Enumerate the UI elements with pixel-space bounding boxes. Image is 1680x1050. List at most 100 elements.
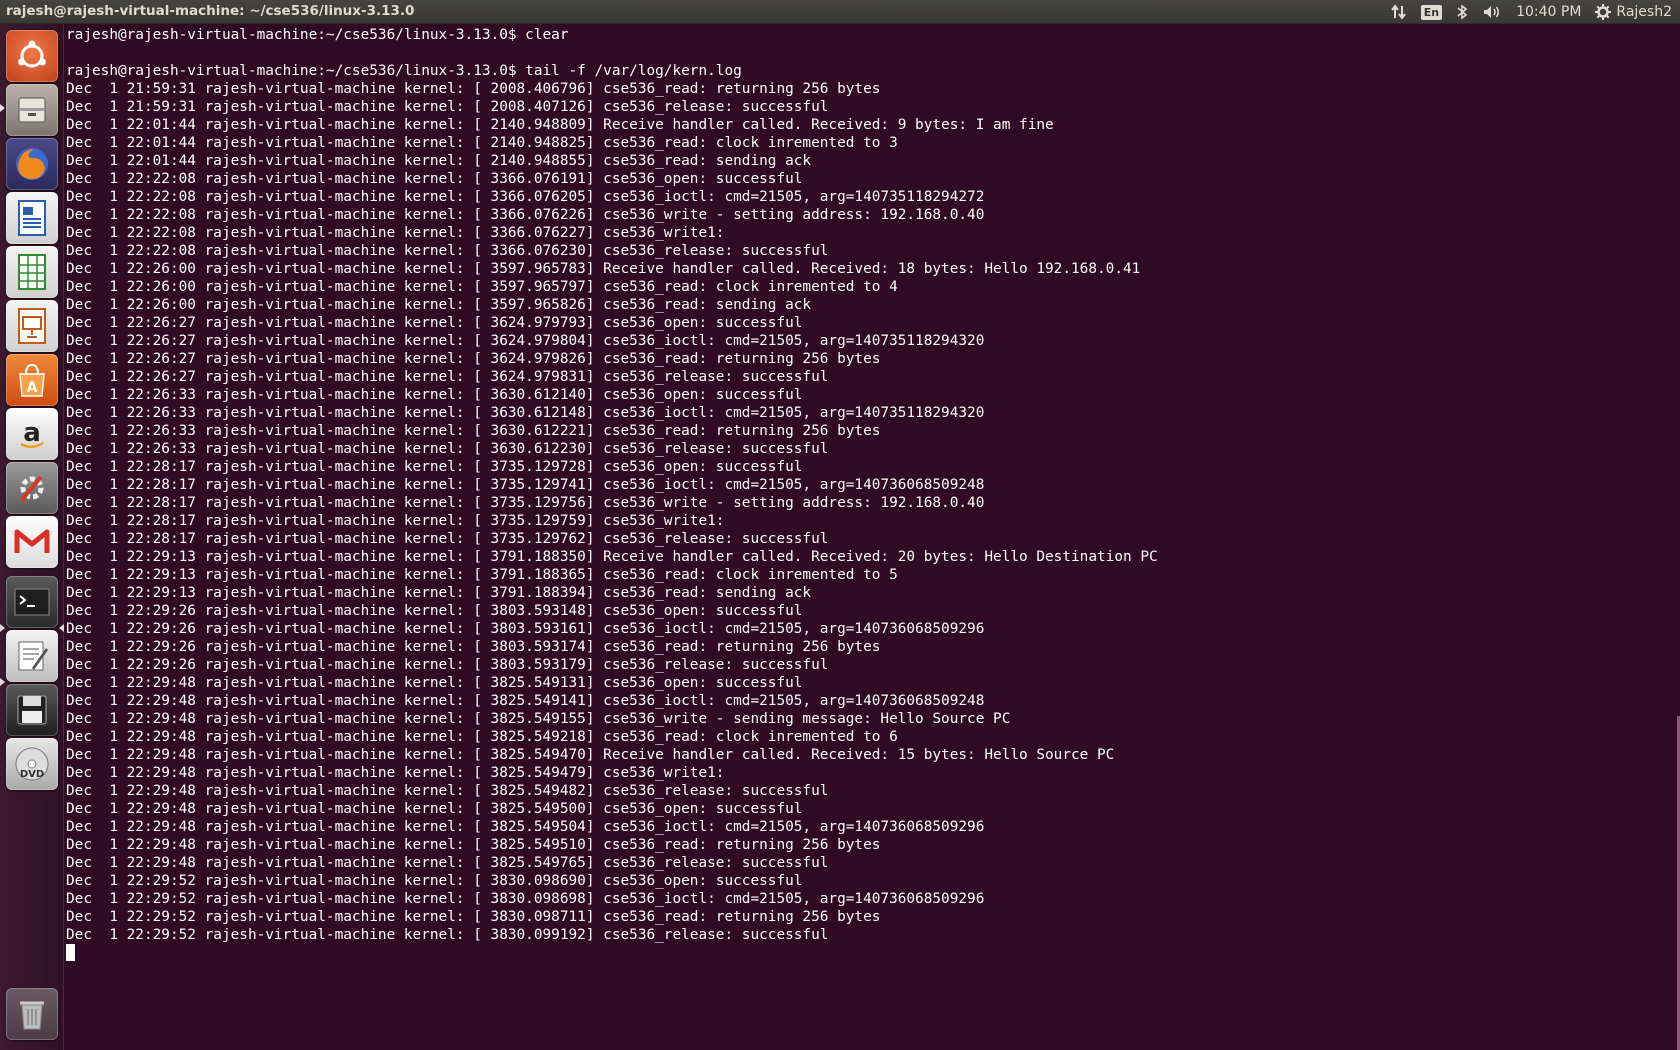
terminal-line: Dec 1 22:29:52 rajesh-virtual-machine ke… bbox=[66, 909, 881, 925]
network-indicator[interactable] bbox=[1390, 4, 1407, 20]
terminal-line: Dec 1 22:29:48 rajesh-virtual-machine ke… bbox=[66, 711, 1011, 727]
keyboard-indicator[interactable]: En bbox=[1420, 4, 1443, 20]
indicator-area: En 10:40 PM Rajesh2 bbox=[1390, 0, 1672, 24]
terminal-line: Dec 1 22:22:08 rajesh-virtual-machine ke… bbox=[66, 243, 829, 259]
terminal-line: Dec 1 21:59:31 rajesh-virtual-machine ke… bbox=[66, 99, 829, 115]
terminal-line: Dec 1 22:01:44 rajesh-virtual-machine ke… bbox=[66, 153, 812, 169]
launcher-software-center[interactable]: A bbox=[6, 354, 58, 406]
spreadsheet-icon bbox=[18, 254, 46, 290]
terminal-line: Dec 1 22:26:33 rajesh-virtual-machine ke… bbox=[66, 423, 881, 439]
terminal-line: Dec 1 22:28:17 rajesh-virtual-machine ke… bbox=[66, 477, 985, 493]
trash-icon bbox=[20, 1001, 44, 1030]
svg-text:DVD: DVD bbox=[20, 769, 44, 780]
terminal-line: Dec 1 22:29:13 rajesh-virtual-machine ke… bbox=[66, 549, 1158, 565]
terminal-line: Dec 1 22:26:27 rajesh-virtual-machine ke… bbox=[66, 369, 829, 385]
terminal-line: Dec 1 22:29:48 rajesh-virtual-machine ke… bbox=[66, 855, 829, 871]
speaker-icon bbox=[1484, 6, 1500, 18]
sound-indicator[interactable] bbox=[1482, 4, 1502, 20]
clock-time: 10:40 PM bbox=[1516, 4, 1582, 20]
launcher-amazon[interactable]: a bbox=[6, 408, 58, 460]
launcher-terminal[interactable] bbox=[6, 576, 58, 628]
terminal-line: Dec 1 22:29:52 rajesh-virtual-machine ke… bbox=[66, 891, 985, 907]
launcher-floppy-disk[interactable] bbox=[6, 684, 58, 736]
launcher-calc[interactable] bbox=[6, 246, 58, 298]
terminal-line: Dec 1 22:29:48 rajesh-virtual-machine ke… bbox=[66, 729, 898, 745]
terminal-line: Dec 1 22:28:17 rajesh-virtual-machine ke… bbox=[66, 459, 803, 475]
terminal-line: rajesh@rajesh-virtual-machine:~/cse536/l… bbox=[66, 27, 569, 43]
terminal-line: Dec 1 22:26:33 rajesh-virtual-machine ke… bbox=[66, 441, 829, 457]
presentation-icon bbox=[18, 308, 46, 344]
terminal-line: Dec 1 22:26:33 rajesh-virtual-machine ke… bbox=[66, 405, 985, 421]
terminal-line: Dec 1 22:29:26 rajesh-virtual-machine ke… bbox=[66, 603, 803, 619]
terminal-line: Dec 1 22:26:27 rajesh-virtual-machine ke… bbox=[66, 333, 985, 349]
terminal-line: Dec 1 22:29:48 rajesh-virtual-machine ke… bbox=[66, 675, 803, 691]
terminal-line: rajesh@rajesh-virtual-machine:~/cse536/l… bbox=[66, 63, 742, 79]
terminal-line: Dec 1 22:29:48 rajesh-virtual-machine ke… bbox=[66, 765, 725, 781]
terminal-line: Dec 1 22:29:48 rajesh-virtual-machine ke… bbox=[66, 783, 829, 799]
terminal-line: Dec 1 22:29:52 rajesh-virtual-machine ke… bbox=[66, 873, 803, 889]
terminal-line: Dec 1 22:29:26 rajesh-virtual-machine ke… bbox=[66, 657, 829, 673]
prompt-line[interactable] bbox=[66, 944, 1666, 962]
network-arrows-icon bbox=[1390, 4, 1406, 20]
terminal-line: Dec 1 22:29:52 rajesh-virtual-machine ke… bbox=[66, 927, 829, 943]
bluetooth-indicator[interactable] bbox=[1456, 4, 1468, 20]
svg-text:A: A bbox=[27, 380, 38, 396]
terminal-output[interactable]: rajesh@rajesh-virtual-machine:~/cse536/l… bbox=[66, 26, 1666, 1046]
settings-tools-icon bbox=[19, 475, 44, 503]
terminal-line: Dec 1 22:26:27 rajesh-virtual-machine ke… bbox=[66, 315, 803, 331]
launcher-impress[interactable] bbox=[6, 300, 58, 352]
launcher-dash-home[interactable] bbox=[6, 30, 58, 82]
terminal-line: Dec 1 22:29:48 rajesh-virtual-machine ke… bbox=[66, 747, 1115, 763]
terminal-line: Dec 1 22:28:17 rajesh-virtual-machine ke… bbox=[66, 513, 725, 529]
bluetooth-icon bbox=[1457, 4, 1468, 20]
terminal-line: Dec 1 22:29:13 rajesh-virtual-machine ke… bbox=[66, 567, 898, 583]
text-editor-icon bbox=[18, 641, 48, 671]
document-icon bbox=[18, 200, 46, 236]
terminal-line: Dec 1 22:28:17 rajesh-virtual-machine ke… bbox=[66, 495, 985, 511]
dvd-icon: DVD bbox=[15, 747, 49, 781]
launcher-firefox[interactable] bbox=[6, 138, 58, 190]
terminal-line: Dec 1 22:22:08 rajesh-virtual-machine ke… bbox=[66, 225, 725, 241]
terminal-line: Dec 1 22:26:27 rajesh-virtual-machine ke… bbox=[66, 351, 881, 367]
terminal-line: Dec 1 22:01:44 rajesh-virtual-machine ke… bbox=[66, 135, 898, 151]
terminal-line: Dec 1 22:26:00 rajesh-virtual-machine ke… bbox=[66, 261, 1141, 277]
launcher-text-editor[interactable] bbox=[6, 630, 58, 682]
top-panel: rajesh@rajesh-virtual-machine: ~/cse536/… bbox=[0, 0, 1680, 24]
terminal-line: Dec 1 22:29:48 rajesh-virtual-machine ke… bbox=[66, 819, 985, 835]
svg-text:a: a bbox=[23, 418, 41, 448]
terminal-line: Dec 1 22:29:13 rajesh-virtual-machine ke… bbox=[66, 585, 812, 601]
gear-icon bbox=[1595, 4, 1612, 20]
window-title: rajesh@rajesh-virtual-machine: ~/cse536/… bbox=[6, 3, 415, 19]
session-indicator[interactable]: Rajesh2 bbox=[1595, 4, 1672, 20]
terminal-icon bbox=[14, 588, 50, 616]
terminal-line: Dec 1 22:22:08 rajesh-virtual-machine ke… bbox=[66, 171, 803, 187]
launcher-system-settings[interactable] bbox=[6, 462, 58, 514]
terminal-line: Dec 1 22:26:00 rajesh-virtual-machine ke… bbox=[66, 279, 898, 295]
terminal-line: Dec 1 22:22:08 rajesh-virtual-machine ke… bbox=[66, 189, 985, 205]
gmail-icon bbox=[14, 529, 50, 553]
floppy-disk-icon bbox=[17, 695, 47, 725]
user-name: Rajesh2 bbox=[1616, 4, 1672, 20]
ubuntu-logo-icon bbox=[18, 40, 46, 68]
amazon-icon: a bbox=[20, 418, 44, 448]
clock-indicator[interactable]: 10:40 PM bbox=[1516, 4, 1581, 20]
launcher: A a DVD bbox=[0, 24, 64, 1050]
text-cursor bbox=[66, 944, 75, 961]
firefox-icon bbox=[16, 148, 48, 180]
terminal-line: Dec 1 22:22:08 rajesh-virtual-machine ke… bbox=[66, 207, 985, 223]
terminal-line: Dec 1 22:29:48 rajesh-virtual-machine ke… bbox=[66, 837, 881, 853]
terminal-line: Dec 1 22:28:17 rajesh-virtual-machine ke… bbox=[66, 531, 829, 547]
launcher-gmail[interactable] bbox=[6, 516, 58, 568]
terminal-line: Dec 1 22:26:33 rajesh-virtual-machine ke… bbox=[66, 387, 803, 403]
terminal-line: Dec 1 22:29:26 rajesh-virtual-machine ke… bbox=[66, 639, 881, 655]
launcher-trash[interactable] bbox=[6, 988, 58, 1040]
launcher-dvd[interactable]: DVD bbox=[6, 738, 58, 790]
launcher-files[interactable] bbox=[6, 84, 58, 136]
terminal-line: Dec 1 22:29:48 rajesh-virtual-machine ke… bbox=[66, 693, 985, 709]
file-cabinet-icon bbox=[18, 97, 46, 123]
terminal-line: Dec 1 22:29:26 rajesh-virtual-machine ke… bbox=[66, 621, 985, 637]
keyboard-layout-label: En bbox=[1420, 4, 1443, 20]
launcher-writer[interactable] bbox=[6, 192, 58, 244]
shopping-bag-icon: A bbox=[19, 363, 45, 397]
